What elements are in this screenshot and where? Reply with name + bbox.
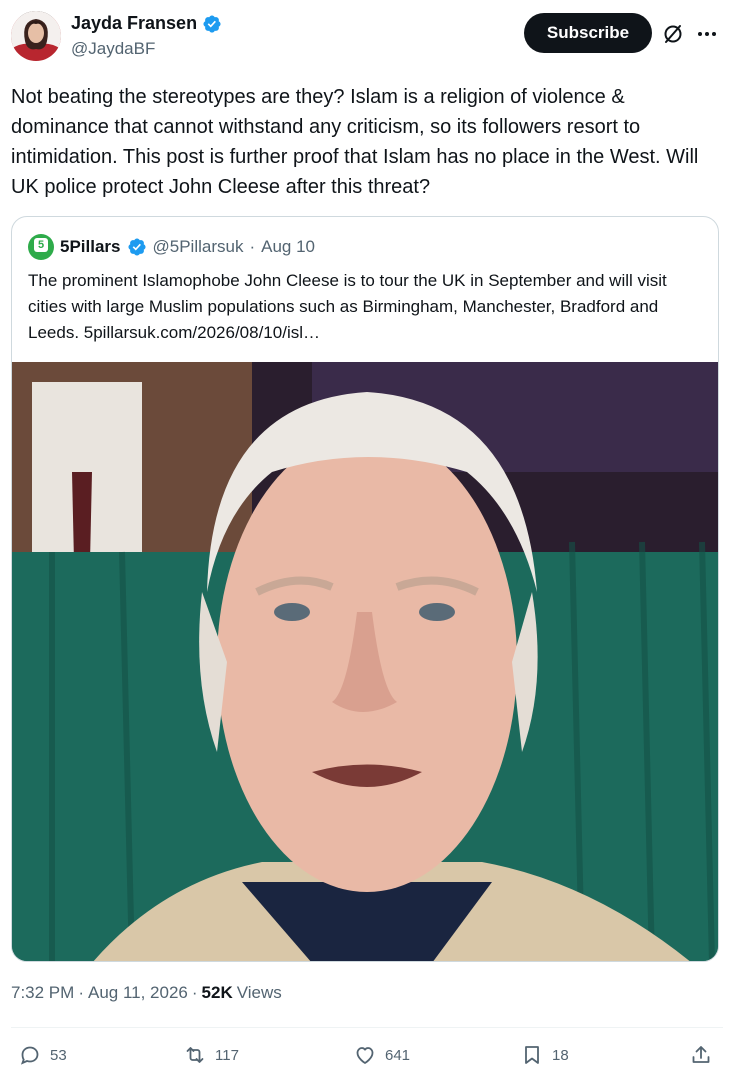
reply-icon	[20, 1046, 39, 1065]
share-button[interactable]	[689, 1043, 713, 1067]
bookmark-count: 18	[552, 1046, 569, 1064]
quoted-avatar-glyph: 5	[34, 238, 48, 252]
tweet-header: Jayda Fransen @JaydaBF Subscribe	[0, 0, 735, 70]
action-bar: 53 117 641 18	[0, 1040, 735, 1076]
share-icon	[692, 1046, 710, 1063]
divider	[11, 1027, 723, 1028]
avatar[interactable]	[11, 11, 61, 61]
more-icon[interactable]	[695, 22, 719, 46]
meta-separator: ·	[191, 983, 198, 1002]
quoted-tweet[interactable]: 5 5Pillars @5Pillarsuk · Aug 10 The prom…	[11, 216, 719, 962]
quoted-handle: @5Pillarsuk	[152, 237, 244, 256]
quoted-text: The prominent Islamophobe John Cleese is…	[28, 271, 667, 342]
quoted-separator: ·	[249, 237, 256, 256]
reply-count: 53	[50, 1046, 67, 1064]
repost-button[interactable]: 117	[183, 1043, 239, 1067]
bookmark-icon	[525, 1046, 539, 1064]
tweet-date[interactable]: Aug 11, 2026	[88, 983, 188, 1003]
meta-separator: ·	[78, 983, 84, 1002]
tweet-time[interactable]: 7:32 PM	[11, 983, 74, 1003]
quoted-tweet-header: 5 5Pillars @5Pillarsuk · Aug 10	[28, 234, 315, 260]
author-name-row: Jayda Fransen	[71, 13, 222, 34]
bookmark-button[interactable]: 18	[520, 1043, 569, 1067]
like-count: 641	[385, 1046, 411, 1064]
grok-icon[interactable]	[661, 22, 685, 46]
tweet-text: Not beating the stereotypes are they? Is…	[11, 86, 699, 198]
reply-button[interactable]: 53	[18, 1043, 67, 1067]
quoted-display-name: 5Pillars	[60, 237, 121, 256]
quoted-photo[interactable]	[12, 362, 718, 961]
tweet-meta: 7:32 PM · Aug 11, 2026 · 52K Views	[11, 983, 282, 1003]
views-label: Views	[236, 983, 282, 1002]
verified-badge-icon	[127, 238, 146, 256]
author-handle[interactable]: @JaydaBF	[71, 39, 155, 59]
heart-icon	[356, 1047, 374, 1064]
repost-icon	[186, 1047, 204, 1063]
like-button[interactable]: 641	[353, 1043, 410, 1067]
repost-count: 117	[215, 1046, 239, 1064]
views-count: 52K	[201, 983, 233, 1002]
quoted-avatar: 5	[28, 234, 54, 260]
subscribe-button[interactable]: Subscribe	[524, 13, 652, 53]
author-display-name[interactable]: Jayda Fransen	[71, 13, 197, 34]
quoted-date: Aug 10	[261, 237, 316, 256]
verified-badge-icon	[203, 14, 221, 33]
